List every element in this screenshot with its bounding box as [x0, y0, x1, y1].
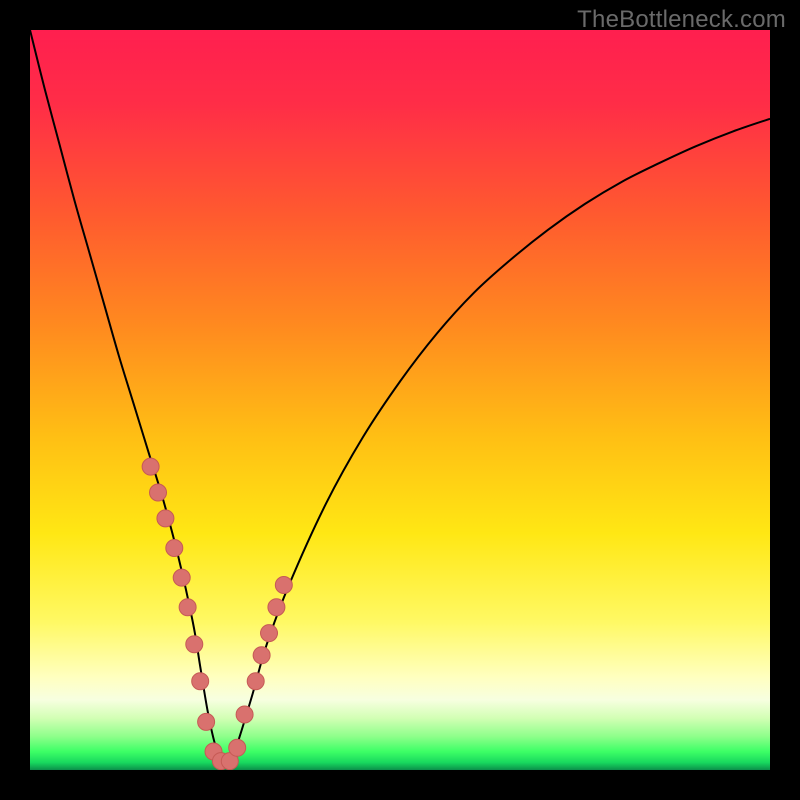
- marker-point: [247, 673, 264, 690]
- marker-point: [173, 569, 190, 586]
- marker-point: [198, 713, 215, 730]
- marker-point: [166, 540, 183, 557]
- marker-point: [157, 510, 174, 527]
- plot-svg: [30, 30, 770, 770]
- marker-point: [192, 673, 209, 690]
- chart-frame: TheBottleneck.com: [0, 0, 800, 800]
- marker-point: [261, 625, 278, 642]
- marker-point: [253, 647, 270, 664]
- marker-point: [179, 599, 196, 616]
- marker-point: [268, 599, 285, 616]
- watermark-text: TheBottleneck.com: [577, 6, 786, 34]
- marker-point: [150, 484, 167, 501]
- marker-point: [142, 458, 159, 475]
- marker-point: [275, 577, 292, 594]
- gradient-background: [30, 30, 770, 770]
- marker-point: [236, 706, 253, 723]
- plot-area: [30, 30, 770, 770]
- marker-point: [186, 636, 203, 653]
- marker-point: [229, 739, 246, 756]
